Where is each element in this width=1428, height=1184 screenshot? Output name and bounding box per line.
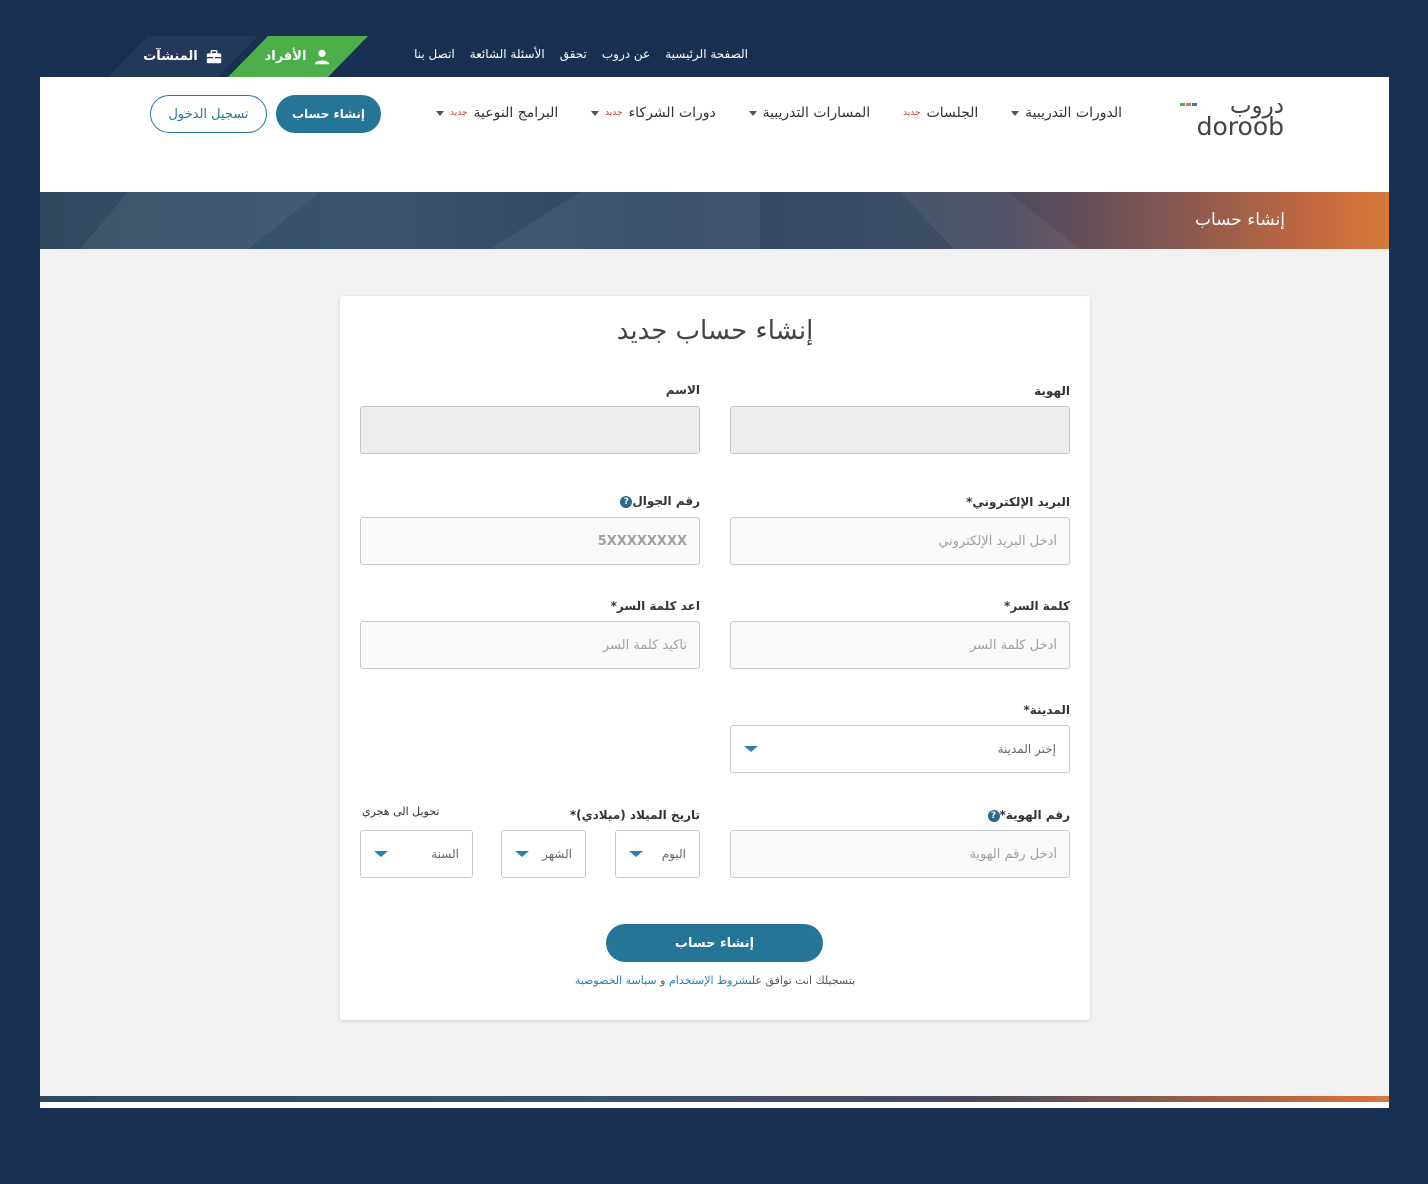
dob-month-value: الشهر: [542, 847, 572, 861]
terms-prefix: بتسجيلك انت توافق على: [748, 974, 856, 987]
login-button[interactable]: تسجيل الدخول: [150, 95, 267, 133]
nav-training-courses[interactable]: الدورات التدريبية: [1011, 105, 1122, 121]
create-account-button[interactable]: إنشاء حساب: [606, 924, 823, 962]
dropdown-arrow-icon: [374, 851, 388, 857]
top-link-faq[interactable]: الأسئلة الشائعة: [470, 47, 545, 61]
user-icon: [313, 48, 331, 66]
main-header: دروب doroob الدورات التدريبية الجلسات جد…: [40, 77, 1389, 192]
footer-strip: [40, 1096, 1389, 1108]
tab-individuals-label: الأفراد: [264, 49, 307, 64]
dob-day-value: اليوم: [661, 847, 686, 861]
footer-gradient-bar: [40, 1096, 1389, 1102]
terms-of-use-link[interactable]: شروط الإستخدام: [669, 974, 748, 987]
mobile-label: رقم الجوال: [632, 494, 700, 508]
new-badge: جديد: [605, 108, 623, 118]
terms-notice: بتسجيلك انت توافق علىشروط الإستخدام و سي…: [340, 974, 1090, 987]
nav-special-programs-label: البرامج النوعية: [473, 105, 559, 121]
top-link-about[interactable]: عن دروب: [602, 47, 650, 61]
banner-decoration: [900, 192, 1080, 249]
password-label: كلمة السر*: [1004, 599, 1070, 613]
register-button[interactable]: إنشاء حساب: [276, 95, 381, 133]
id-number-label: رقم الهوية*: [999, 808, 1070, 822]
top-bar: الصفحة الرئيسية عن دروب تحقق الأسئلة الش…: [0, 0, 1428, 77]
terms-and: و: [656, 974, 669, 987]
top-link-contact[interactable]: اتصل بنا: [414, 47, 455, 61]
identity-field[interactable]: [730, 406, 1070, 454]
briefcase-icon: [205, 48, 223, 66]
city-label: المدينة*: [1023, 703, 1070, 717]
name-label: الاسم: [665, 383, 700, 397]
nav-partner-courses-label: دورات الشركاء: [628, 105, 716, 121]
top-link-verify[interactable]: تحقق: [560, 47, 587, 61]
help-icon[interactable]: ?: [620, 495, 633, 508]
banner-decoration: [80, 192, 320, 249]
dropdown-arrow-icon: [744, 746, 758, 752]
caret-down-icon: [591, 110, 600, 116]
caret-down-icon: [748, 110, 757, 116]
password-field[interactable]: [730, 621, 1070, 669]
nav-special-programs[interactable]: البرامج النوعية جديد: [436, 105, 558, 121]
page-banner: إنشاء حساب: [40, 192, 1389, 249]
doroob-logo[interactable]: دروب doroob: [1178, 91, 1288, 141]
mobile-field[interactable]: [360, 517, 700, 565]
new-badge: جديد: [903, 108, 921, 118]
caret-down-icon: [436, 110, 445, 116]
audience-tabs: المنشآت الأفراد: [108, 36, 370, 77]
nav-partner-courses[interactable]: دورات الشركاء جديد: [591, 105, 716, 121]
email-field[interactable]: [730, 517, 1070, 565]
top-link-home[interactable]: الصفحة الرئيسية: [665, 47, 748, 61]
id-number-label-wrap: رقم الهوية*?: [980, 808, 1070, 822]
banner-decoration: [490, 192, 760, 249]
name-field[interactable]: [360, 406, 700, 454]
dob-month-select[interactable]: الشهر: [501, 830, 586, 878]
confirm-password-label: اعد كلمة السر*: [610, 599, 700, 613]
dob-year-value: السنة: [431, 847, 459, 861]
dob-day-select[interactable]: اليوم: [615, 830, 700, 878]
nav-sessions-label: الجلسات: [926, 105, 979, 121]
nav-training-courses-label: الدورات التدريبية: [1025, 105, 1122, 121]
id-number-field[interactable]: [730, 830, 1070, 878]
city-select-value: إختر المدينة: [997, 742, 1056, 756]
nav-sessions[interactable]: الجلسات جديد: [903, 105, 978, 121]
nav-training-paths[interactable]: المسارات التدريبية: [748, 105, 871, 121]
dob-label: تاريخ الميلاد (ميلادي)*: [569, 808, 700, 822]
logo-english-text: doroob: [1197, 112, 1284, 141]
help-icon[interactable]: ?: [987, 809, 1000, 822]
dropdown-arrow-icon: [629, 851, 643, 857]
dob-year-select[interactable]: السنة: [360, 830, 473, 878]
convert-to-hijri-link[interactable]: تحويل الى هجري: [362, 805, 439, 818]
page-title: إنشاء حساب: [1194, 210, 1285, 230]
new-badge: جديد: [450, 108, 468, 118]
form-title: إنشاء حساب جديد: [616, 316, 814, 346]
confirm-password-field[interactable]: [360, 621, 700, 669]
main-nav: الدورات التدريبية الجلسات جديد المسارات …: [436, 105, 1122, 121]
content-area: إنشاء حساب جديد الهوية الاسم البريد الإل…: [40, 249, 1389, 1096]
city-select[interactable]: إختر المدينة: [730, 725, 1070, 773]
email-label: البريد الإلكتروني*: [966, 495, 1070, 509]
mobile-label-wrap: رقم الجوال?: [612, 494, 700, 508]
register-form-card: إنشاء حساب جديد الهوية الاسم البريد الإل…: [340, 296, 1090, 1020]
nav-training-paths-label: المسارات التدريبية: [762, 105, 871, 121]
top-links: الصفحة الرئيسية عن دروب تحقق الأسئلة الش…: [398, 47, 748, 61]
caret-down-icon: [1011, 110, 1020, 116]
identity-label: الهوية: [1034, 384, 1070, 398]
privacy-policy-link[interactable]: سياسة الخصوصية: [575, 974, 657, 987]
dropdown-arrow-icon: [515, 851, 529, 857]
tab-organizations-label: المنشآت: [143, 49, 198, 64]
